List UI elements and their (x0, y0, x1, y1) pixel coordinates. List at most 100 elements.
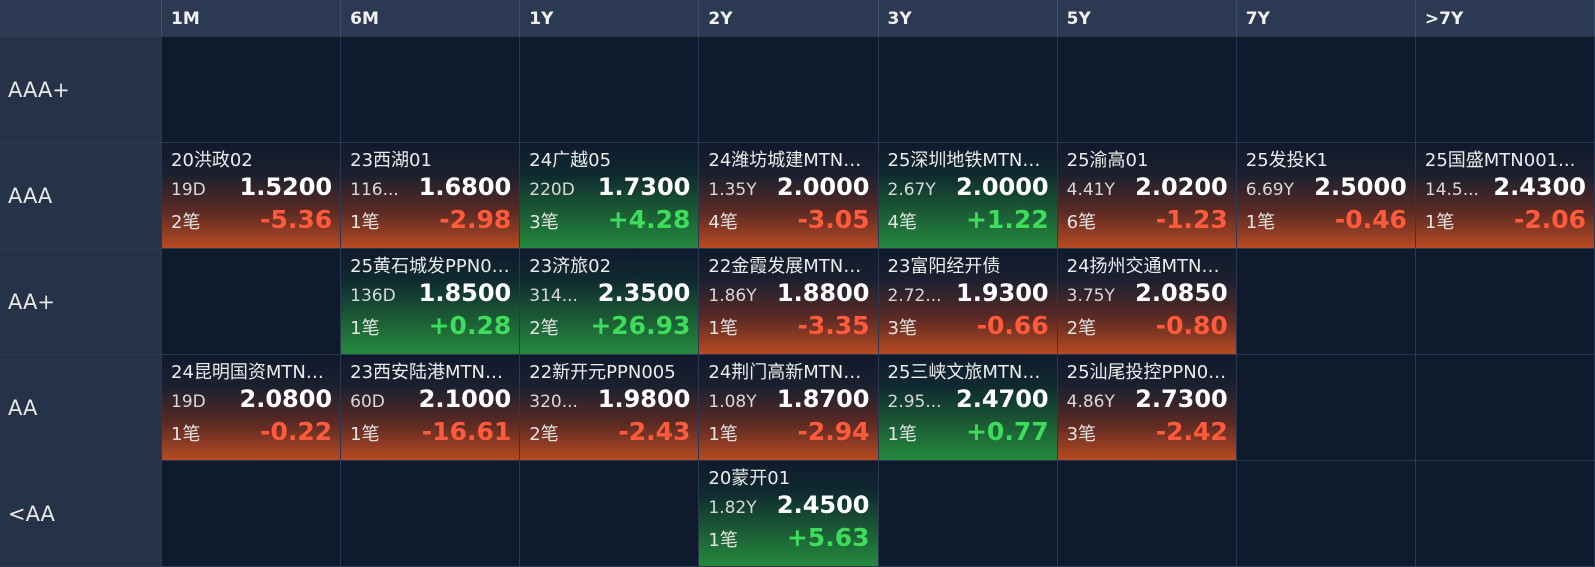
bond-card[interactable]: 20洪政02 19D 1.5200 2笔 -5.36 (162, 143, 341, 248)
yield-change: -0.66 (976, 311, 1049, 340)
bond-card[interactable]: 23西安陆港MTN001 60D 2.1000 1笔 -16.61 (341, 355, 520, 460)
bond-cell[interactable]: 24昆明国资MTN001 19D 2.0800 1笔 -0.22 (162, 355, 342, 461)
bond-cell[interactable]: 23西安陆港MTN001 60D 2.1000 1笔 -16.61 (341, 355, 521, 461)
bond-card[interactable]: 25汕尾投控PPN001 4.86Y 2.7300 3笔 -2.42 (1057, 355, 1236, 460)
bond-name: 25三峡文旅MTN001 (887, 362, 1049, 383)
column-header-over-7y[interactable]: >7Y (1415, 0, 1595, 37)
bond-cell[interactable]: 25黄石城发PPN001 136D 1.8500 1笔 +0.28 (341, 249, 521, 355)
bond-cell[interactable]: 20蒙开01 1.82Y 2.4500 1笔 +5.63 (699, 461, 879, 567)
bond-cell[interactable]: 25渝高01 4.41Y 2.0200 6笔 -1.23 (1057, 143, 1237, 249)
bond-cell[interactable]: 22新开元PPN005 320... 1.9800 2笔 -2.43 (520, 355, 700, 461)
bond-name: 23西湖01 (350, 150, 432, 171)
bond-card[interactable]: 23富阳经开债 2.72... 1.9300 3笔 -0.66 (878, 249, 1057, 354)
empty-cell (341, 37, 521, 143)
yield-change: +5.63 (786, 523, 870, 552)
empty-cell (1415, 461, 1595, 567)
bond-card[interactable]: 25黄石城发PPN001 136D 1.8500 1笔 +0.28 (341, 249, 520, 354)
bond-yield: 1.8500 (418, 279, 512, 307)
bond-yield: 1.9300 (956, 279, 1049, 307)
column-header-1y[interactable]: 1Y (520, 0, 700, 37)
empty-cell (699, 37, 879, 143)
column-header-5y[interactable]: 5Y (1057, 0, 1237, 37)
trade-count: 2笔 (529, 318, 559, 339)
bond-name: 25国盛MTN001... (1424, 150, 1576, 171)
empty-cell (162, 249, 342, 355)
bond-cell[interactable]: 20洪政02 19D 1.5200 2笔 -5.36 (162, 143, 342, 249)
yield-change: -0.22 (260, 417, 333, 446)
bond-card[interactable]: 25发投K1 6.69Y 2.5000 1笔 -0.46 (1236, 143, 1415, 248)
column-header-3y[interactable]: 3Y (878, 0, 1058, 37)
yield-change: +26.93 (590, 311, 691, 340)
bond-card[interactable]: 24潍坊城建MTN001 1.35Y 2.0000 4笔 -3.05 (699, 143, 878, 248)
bond-cell[interactable]: 24扬州交通MTN001 3.75Y 2.0850 2笔 -0.80 (1057, 249, 1237, 355)
yield-matrix: 1M 6M 1Y 2Y 3Y 5Y 7Y >7Y AAA+ AAA 20洪政02 … (0, 0, 1595, 567)
yield-change: +4.28 (607, 205, 691, 234)
bond-cell[interactable]: 24广越05 220D 1.7300 3笔 +4.28 (520, 143, 700, 249)
bond-term: 116... (350, 180, 399, 200)
bond-term: 4.41Y (1066, 180, 1115, 200)
column-header-7y[interactable]: 7Y (1236, 0, 1416, 37)
bond-card[interactable]: 22新开元PPN005 320... 1.9800 2笔 -2.43 (520, 355, 699, 460)
bond-card[interactable]: 25国盛MTN001... 14.5... 2.4300 1笔 -2.06 (1415, 143, 1594, 248)
bond-card[interactable]: 25深圳地铁MTN001 2.67Y 2.0000 4笔 +1.22 (878, 143, 1057, 248)
bond-name: 24潍坊城建MTN001 (708, 150, 870, 171)
yield-change: +0.77 (965, 417, 1049, 446)
bond-card[interactable]: 24昆明国资MTN001 19D 2.0800 1笔 -0.22 (162, 355, 341, 460)
empty-cell (520, 461, 700, 567)
bond-term: 4.86Y (1066, 392, 1115, 412)
bond-card[interactable]: 24广越05 220D 1.7300 3笔 +4.28 (520, 143, 699, 248)
bond-card[interactable]: 24荆门高新MTN001 1.08Y 1.8700 1笔 -2.94 (699, 355, 878, 460)
yield-change: -2.43 (618, 417, 691, 446)
trade-count: 4笔 (708, 212, 738, 233)
bond-yield: 1.8800 (776, 279, 870, 307)
column-header-2y[interactable]: 2Y (699, 0, 879, 37)
bond-card[interactable]: 25渝高01 4.41Y 2.0200 6笔 -1.23 (1057, 143, 1236, 248)
bond-name: 22金霞发展MTN001 (708, 256, 870, 277)
bond-card[interactable]: 25三峡文旅MTN001 2.95... 2.4700 1笔 +0.77 (878, 355, 1057, 460)
bond-yield: 2.0200 (1135, 173, 1228, 201)
bond-cell[interactable]: 23西湖01 116... 1.6800 1笔 -2.98 (341, 143, 521, 249)
trade-count: 1笔 (708, 530, 738, 551)
bond-term: 3.75Y (1066, 286, 1115, 306)
bond-cell[interactable]: 25发投K1 6.69Y 2.5000 1笔 -0.46 (1236, 143, 1416, 249)
bond-name: 24昆明国资MTN001 (171, 362, 333, 383)
yield-change: -0.80 (1155, 311, 1228, 340)
bond-card[interactable]: 22金霞发展MTN001 1.86Y 1.8800 1笔 -3.35 (699, 249, 878, 354)
bond-card[interactable]: 24扬州交通MTN001 3.75Y 2.0850 2笔 -0.80 (1057, 249, 1236, 354)
bond-term: 19D (171, 180, 206, 200)
trade-count: 6笔 (1066, 212, 1097, 233)
yield-change: -2.06 (1513, 205, 1586, 234)
trade-count: 3笔 (529, 212, 559, 233)
column-header-1m[interactable]: 1M (162, 0, 342, 37)
bond-cell[interactable]: 24潍坊城建MTN001 1.35Y 2.0000 4笔 -3.05 (699, 143, 879, 249)
bond-name: 20洪政02 (171, 150, 253, 171)
bond-cell[interactable]: 23富阳经开债 2.72... 1.9300 3笔 -0.66 (878, 249, 1058, 355)
bond-cell[interactable]: 25国盛MTN001... 14.5... 2.4300 1笔 -2.06 (1415, 143, 1595, 249)
empty-cell (1236, 249, 1416, 355)
bond-term: 14.5... (1424, 180, 1479, 200)
bond-cell[interactable]: 23济旅02 314... 2.3500 2笔 +26.93 (520, 249, 700, 355)
bond-yield: 2.3500 (597, 279, 691, 307)
bond-card[interactable]: 23西湖01 116... 1.6800 1笔 -2.98 (341, 143, 520, 248)
bond-cell[interactable]: 22金霞发展MTN001 1.86Y 1.8800 1笔 -3.35 (699, 249, 879, 355)
column-header-6m[interactable]: 6M (341, 0, 521, 37)
trade-count: 2笔 (529, 424, 559, 445)
bond-card[interactable]: 23济旅02 314... 2.3500 2笔 +26.93 (520, 249, 699, 354)
bond-yield: 2.4300 (1493, 173, 1586, 201)
bond-term: 320... (529, 392, 578, 412)
bond-yield: 2.4700 (956, 385, 1049, 413)
bond-term: 6.69Y (1245, 180, 1294, 200)
bond-cell[interactable]: 25汕尾投控PPN001 4.86Y 2.7300 3笔 -2.42 (1057, 355, 1237, 461)
trade-count: 1笔 (350, 318, 380, 339)
bond-name: 25深圳地铁MTN001 (887, 150, 1049, 171)
bond-cell[interactable]: 25深圳地铁MTN001 2.67Y 2.0000 4笔 +1.22 (878, 143, 1058, 249)
trade-count: 1笔 (350, 424, 380, 445)
bond-term: 2.72... (887, 286, 942, 306)
bond-cell[interactable]: 25三峡文旅MTN001 2.95... 2.4700 1笔 +0.77 (878, 355, 1058, 461)
bond-cell[interactable]: 24荆门高新MTN001 1.08Y 1.8700 1笔 -2.94 (699, 355, 879, 461)
yield-change: -3.05 (797, 205, 870, 234)
empty-cell (162, 37, 342, 143)
bond-yield: 1.7300 (597, 173, 691, 201)
bond-yield: 2.0800 (239, 385, 333, 413)
bond-card[interactable]: 20蒙开01 1.82Y 2.4500 1笔 +5.63 (699, 461, 878, 566)
